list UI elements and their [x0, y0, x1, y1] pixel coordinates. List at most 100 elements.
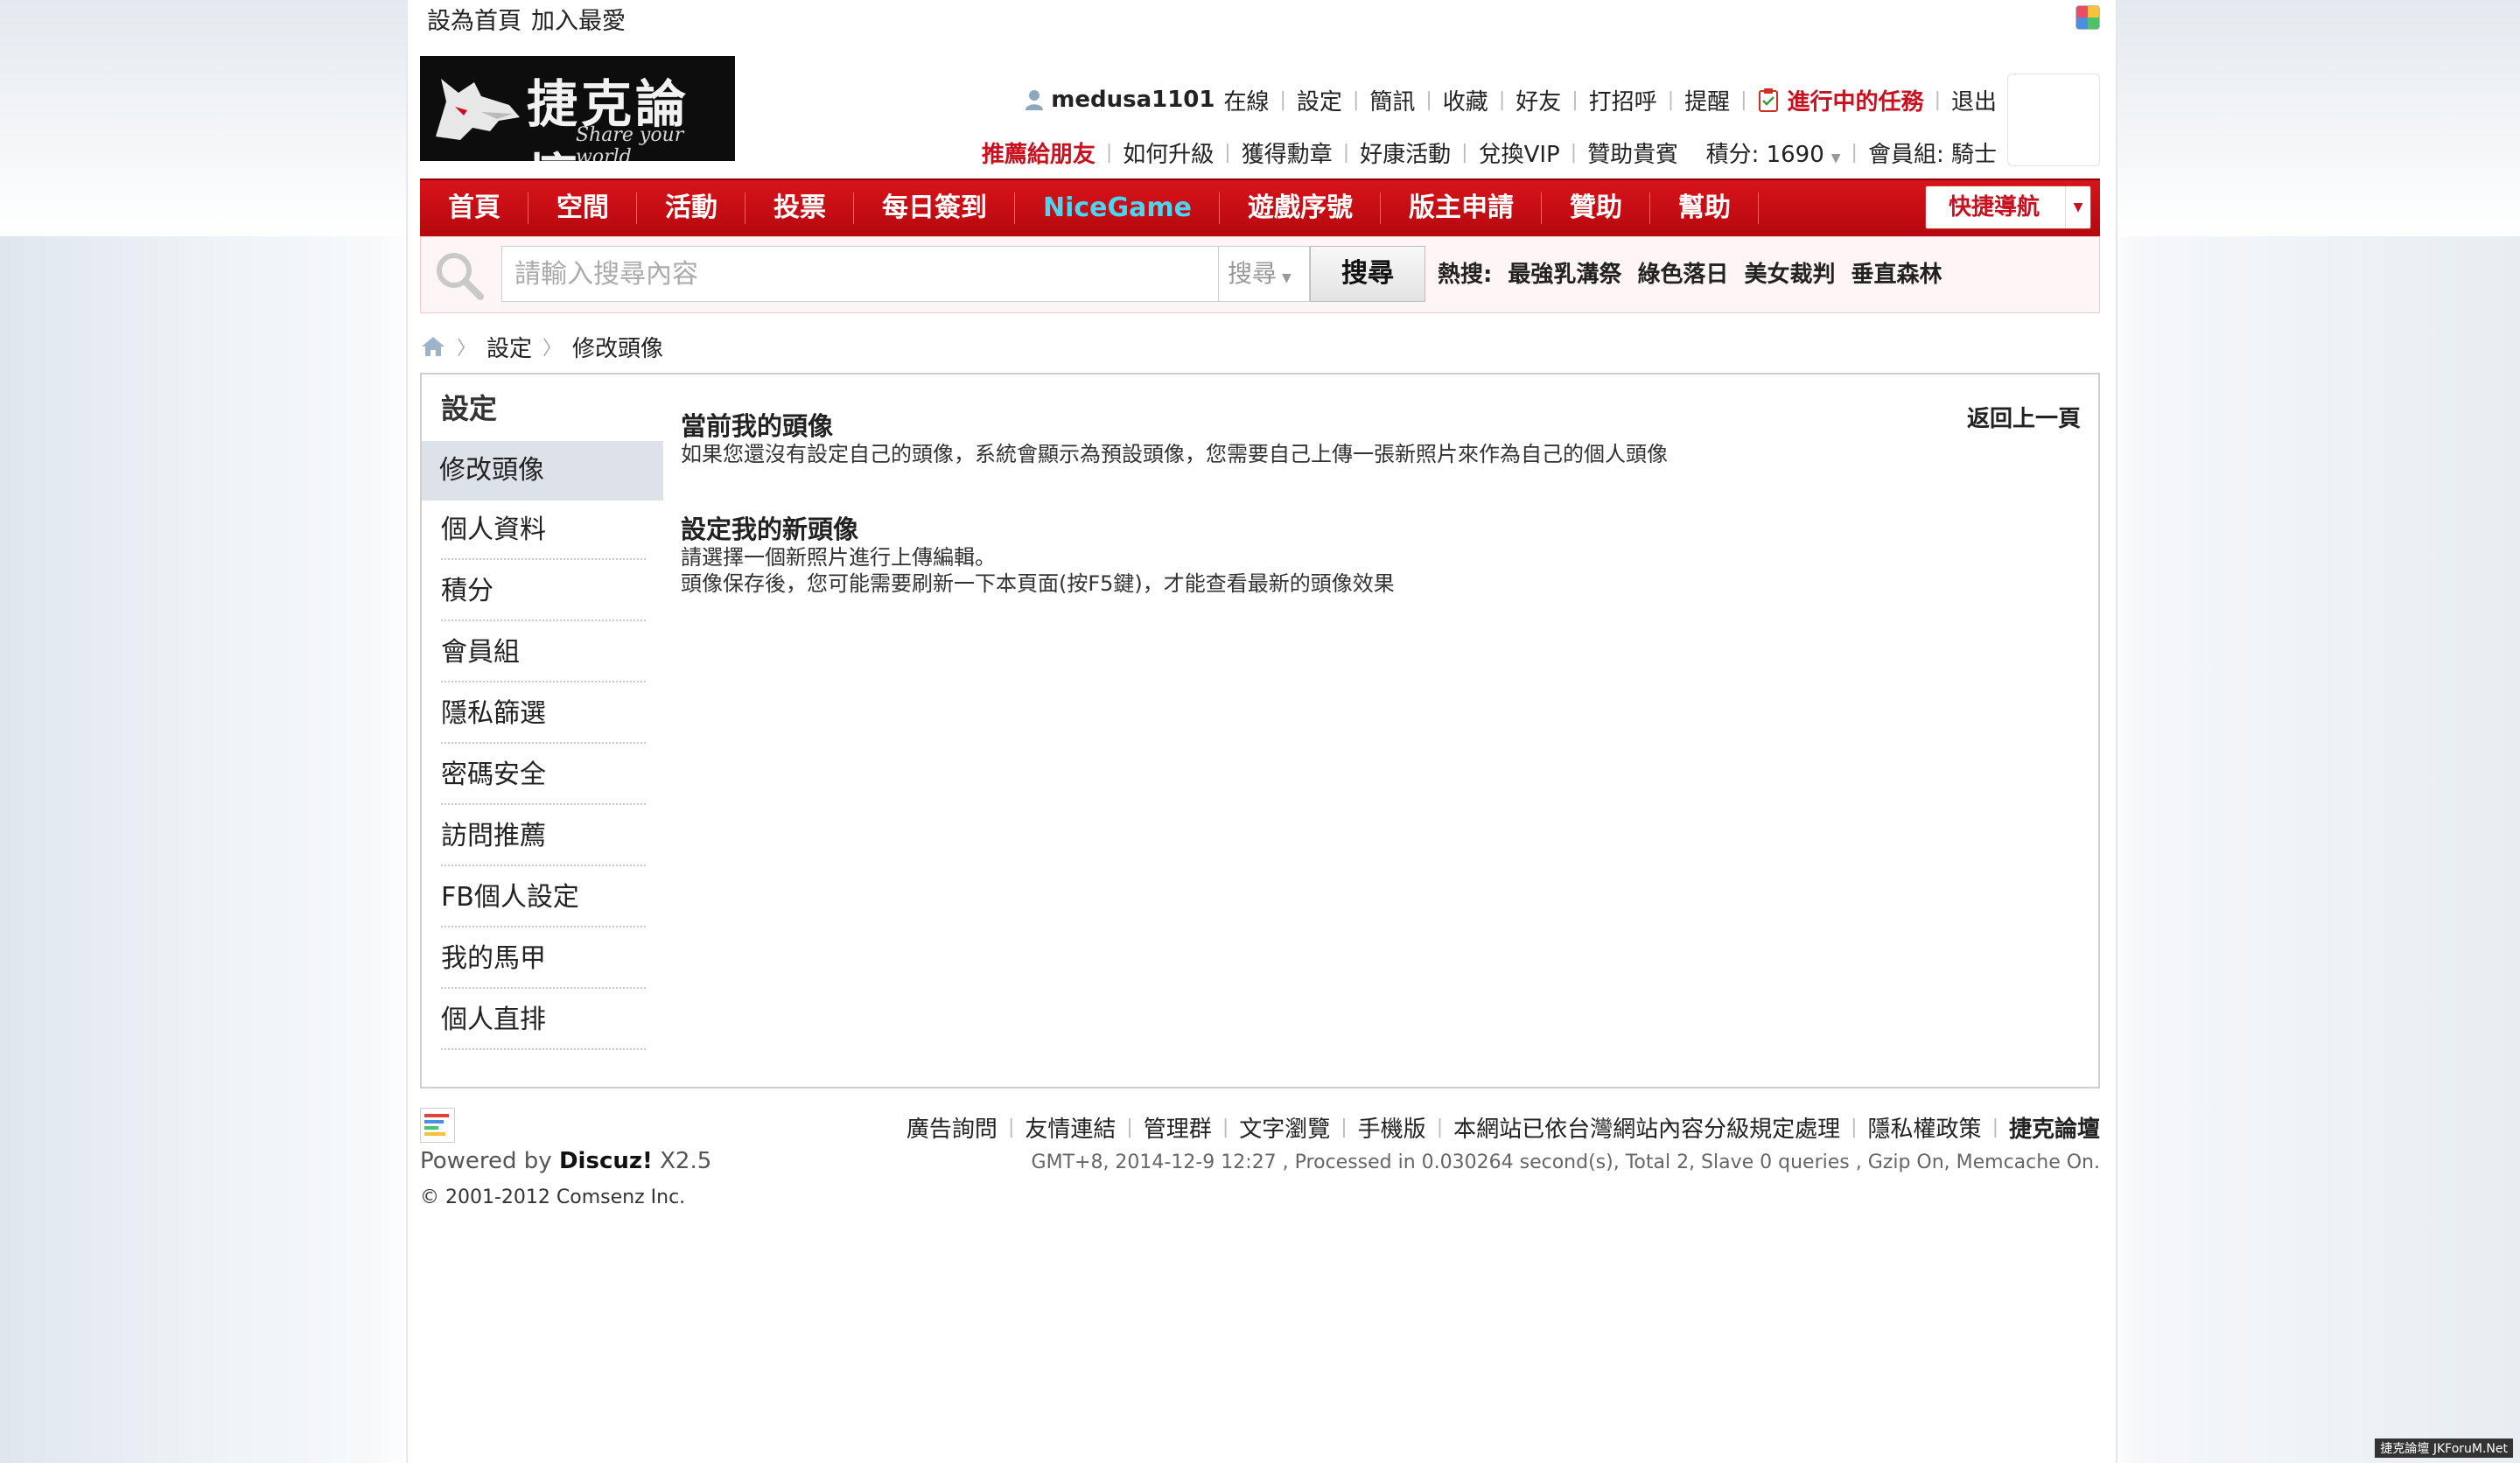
- set-homepage-link[interactable]: 設為首頁: [427, 2, 522, 36]
- separator: |: [1851, 141, 1858, 164]
- nav-space[interactable]: 空間: [528, 180, 637, 236]
- hot-search-item[interactable]: 綠色落日: [1637, 256, 1728, 289]
- username-link[interactable]: medusa1101: [1051, 87, 1214, 113]
- nav-poll[interactable]: 投票: [746, 180, 854, 236]
- sidebar-item-fb-settings[interactable]: FB個人設定: [441, 868, 646, 928]
- main-content: 當前我的頭像 如果您還沒有設定自己的頭像，系統會顯示為預設頭像，您需要自己上傳一…: [681, 401, 2077, 597]
- nav-help[interactable]: 幫助: [1650, 180, 1759, 236]
- powered-by: Powered by Discuz! X2.5: [420, 1148, 711, 1174]
- nav-daily-checkin[interactable]: 每日簽到: [854, 180, 1015, 236]
- add-favorite-link[interactable]: 加入最愛: [531, 2, 626, 36]
- sidebar-item-referral[interactable]: 訪問推薦: [441, 807, 646, 866]
- separator: |: [1934, 88, 1941, 111]
- rss-icon[interactable]: [2076, 5, 2100, 30]
- footer-mobile-link[interactable]: 手機版: [1358, 1111, 1426, 1144]
- search-type-select[interactable]: 搜尋 ▼: [1219, 246, 1310, 302]
- search-input[interactable]: [501, 246, 1219, 302]
- sidebar-item-privacy[interactable]: 隱私篩選: [441, 684, 646, 744]
- settings-link[interactable]: 設定: [1297, 84, 1342, 116]
- hot-searches: 熱搜: 最強乳溝祭 綠色落日 美女裁判 垂直森林: [1438, 256, 1942, 289]
- footer-privacy-link[interactable]: 隱私權政策: [1868, 1111, 1982, 1144]
- separator: |: [1340, 1116, 1348, 1138]
- search-type-label: 搜尋: [1228, 259, 1278, 288]
- discuz-link[interactable]: Discuz!: [559, 1148, 653, 1174]
- credits-value: 積分: 1690: [1705, 141, 1824, 168]
- online-status[interactable]: 在線: [1223, 84, 1269, 116]
- footer-rating-notice-link[interactable]: 本網站已依台灣網站內容分級規定處理: [1453, 1111, 1840, 1144]
- nav-sponsor[interactable]: 贊助: [1542, 180, 1650, 236]
- friends-link[interactable]: 好友: [1516, 84, 1561, 116]
- content-panel: 設定 修改頭像 個人資料 積分 會員組 隱私篩選 密碼安全 訪問推薦 FB個人設…: [420, 373, 2100, 1088]
- site-watermark: 捷克論壇 JKForuM.Net: [2375, 1438, 2513, 1458]
- nav-home[interactable]: 首頁: [420, 180, 528, 236]
- greet-link[interactable]: 打招呼: [1589, 84, 1657, 116]
- favorites-link[interactable]: 收藏: [1443, 84, 1488, 116]
- footer-admin-group-link[interactable]: 管理群: [1144, 1111, 1212, 1144]
- user-icon: [1026, 90, 1044, 110]
- comsenz-link[interactable]: Comsenz Inc.: [556, 1186, 685, 1208]
- separator: |: [1224, 141, 1231, 164]
- separator: |: [1498, 88, 1506, 111]
- sidebar-item-alt-accounts[interactable]: 我的馬甲: [441, 929, 646, 989]
- nav-activity[interactable]: 活動: [637, 180, 746, 236]
- footer-site-link[interactable]: 捷克論壇: [2009, 1111, 2100, 1144]
- recommend-friend-link[interactable]: 推薦給朋友: [982, 136, 1096, 169]
- breadcrumb-settings[interactable]: 設定: [486, 331, 532, 363]
- search-button[interactable]: 搜尋: [1310, 246, 1425, 302]
- current-avatar-title: 當前我的頭像: [681, 411, 834, 441]
- separator: |: [1572, 88, 1578, 111]
- sidebar-item-credits[interactable]: 積分: [441, 562, 646, 621]
- good-activities-link[interactable]: 好康活動: [1360, 136, 1451, 169]
- separator: |: [1570, 141, 1578, 164]
- sidebar-item-vertical-layout[interactable]: 個人直排: [441, 990, 646, 1050]
- home-icon[interactable]: [420, 335, 446, 358]
- logo-subtitle: Share your world: [576, 124, 684, 161]
- copyright: © 2001-2012 Comsenz Inc.: [420, 1186, 685, 1208]
- messages-link[interactable]: 簡訊: [1369, 84, 1415, 116]
- footer-text-view-link[interactable]: 文字瀏覽: [1239, 1111, 1330, 1144]
- search-bar: 搜尋 ▼ 搜尋 熱搜: 最強乳溝祭 綠色落日 美女裁判 垂直森林: [420, 236, 2100, 313]
- separator: |: [1740, 88, 1747, 111]
- back-link[interactable]: 返回上一頁: [1967, 401, 2081, 433]
- hot-search-item[interactable]: 垂直森林: [1851, 256, 1942, 289]
- wolf-logo-icon: [436, 79, 520, 140]
- user-bar: medusa1101 在線 | 設定 | 簡訊 | 收藏 | 好友 | 打招呼 …: [1025, 82, 1997, 117]
- discuz-version: X2.5: [660, 1148, 712, 1174]
- hot-search-item[interactable]: 美女裁判: [1744, 256, 1835, 289]
- hot-search-item[interactable]: 最強乳溝祭: [1508, 256, 1621, 289]
- footer-ad-inquiry-link[interactable]: 廣告詢問: [906, 1111, 998, 1144]
- current-avatar-description: 如果您還沒有設定自己的頭像，系統會顯示為預設頭像，您需要自己上傳一張新照片來作為…: [681, 442, 1668, 466]
- sidebar-title: 設定: [441, 392, 498, 425]
- how-to-upgrade-link[interactable]: 如何升級: [1123, 136, 1214, 169]
- quick-nav-button[interactable]: 快捷導航 ▼: [1925, 186, 2091, 229]
- sidebar-item-member-group[interactable]: 會員組: [441, 623, 646, 682]
- nav-moderator-apply[interactable]: 版主申請: [1381, 180, 1542, 236]
- hot-search-label: 熱搜:: [1438, 262, 1493, 288]
- tasks-in-progress-link[interactable]: 進行中的任務: [1788, 84, 1924, 116]
- credits-dropdown[interactable]: 積分: 1690 ▼: [1706, 136, 1841, 169]
- member-group-link[interactable]: 會員組: 騎士: [1868, 136, 1997, 169]
- footer-friend-links-link[interactable]: 友情連結: [1025, 1111, 1116, 1144]
- search-icon: [437, 253, 484, 300]
- separator: |: [1105, 141, 1113, 164]
- site-logo[interactable]: 捷克論壇 Share your world: [420, 56, 735, 161]
- powered-prefix: Powered by: [420, 1148, 552, 1174]
- notifications-link[interactable]: 提醒: [1684, 84, 1730, 116]
- get-medals-link[interactable]: 獲得勳章: [1242, 136, 1333, 169]
- sponsor-vip-link[interactable]: 贊助貴賓: [1587, 136, 1678, 169]
- logout-link[interactable]: 退出: [1951, 84, 1997, 116]
- exchange-vip-link[interactable]: 兌換VIP: [1479, 136, 1560, 169]
- separator: |: [1436, 1116, 1444, 1138]
- avatar[interactable]: [2007, 74, 2100, 166]
- sidebar-item-edit-avatar[interactable]: 修改頭像: [422, 441, 663, 500]
- separator: |: [1126, 1116, 1133, 1138]
- nav-items: 首頁 空間 活動 投票 每日簽到 NiceGame 遊戲序號 版主申請 贊助 幫…: [420, 180, 1759, 236]
- separator: |: [1461, 141, 1468, 164]
- sidebar-item-password[interactable]: 密碼安全: [441, 746, 646, 805]
- separator: |: [1279, 88, 1286, 111]
- nav-nicegame[interactable]: NiceGame: [1015, 180, 1220, 236]
- nav-game-serial[interactable]: 遊戲序號: [1220, 180, 1381, 236]
- chevron-down-icon: ▼: [1282, 271, 1292, 285]
- new-avatar-note: 頭像保存後，您可能需要刷新一下本頁面(按F5鍵)，才能查看最新的頭像效果: [681, 571, 1395, 596]
- sidebar-item-profile[interactable]: 個人資料: [441, 500, 646, 560]
